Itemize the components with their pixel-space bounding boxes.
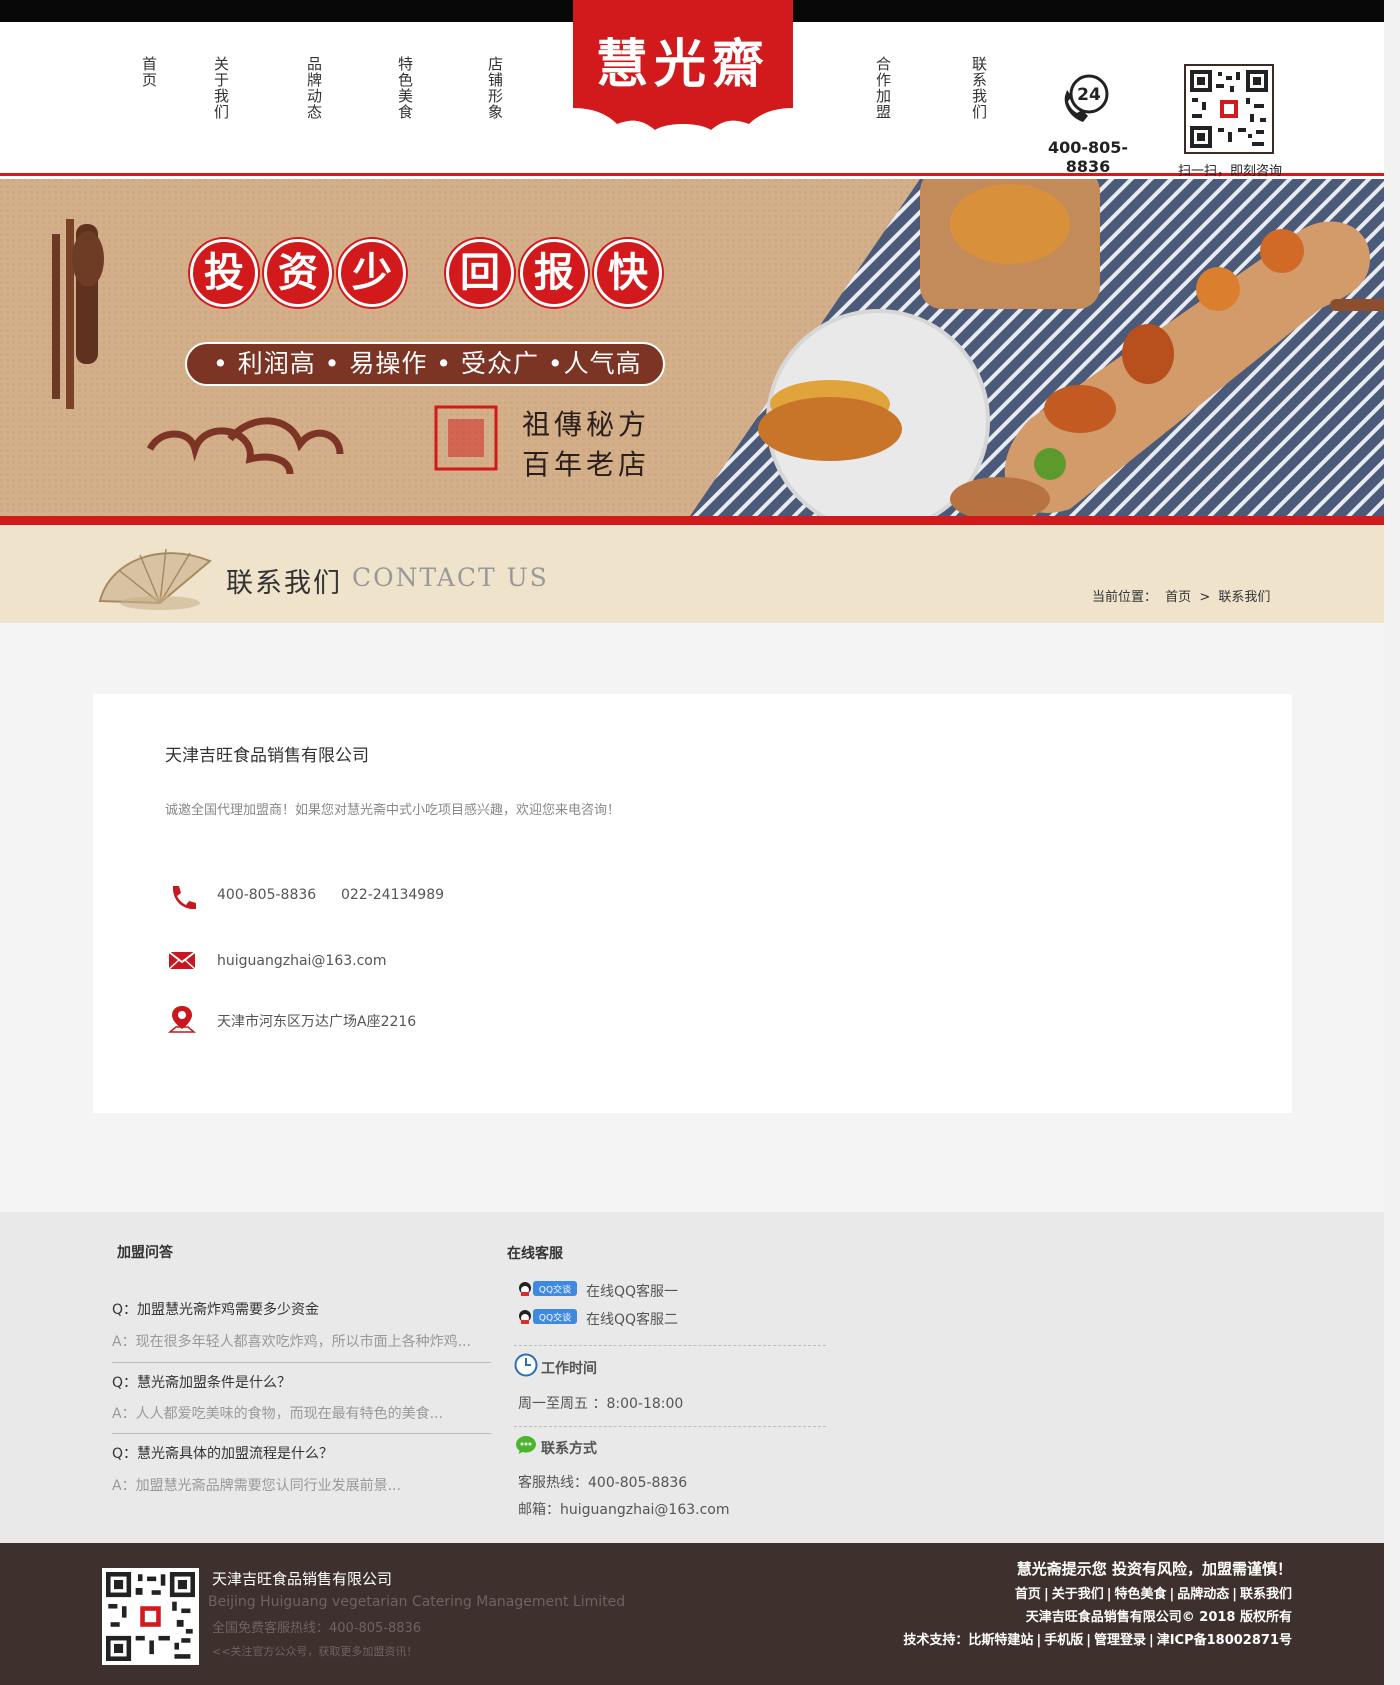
footer-link-icp[interactable]: 津ICP备18002871号 (1157, 1633, 1292, 1648)
faq-question-1[interactable]: Q：加盟慧光斋炸鸡需要多少资金 (112, 1299, 319, 1319)
qr-code-graphic (1190, 70, 1268, 148)
qr-code-graphic (106, 1572, 195, 1661)
footer-company-english: Beijing Huiguang vegetarian Catering Man… (208, 1594, 626, 1610)
nav-contact[interactable]: 联系我们 (969, 56, 990, 120)
header-qr-code (1184, 64, 1274, 154)
breadcrumb-separator: > (1199, 590, 1211, 605)
footer-investment-warning: 慧光斋提示您 投资有风险，加盟需谨慎！ (1016, 1560, 1292, 1578)
faq-answer-2: A：人人都爱吃美味的食物，而现在最有特色的美食... (112, 1406, 443, 1422)
qq-badge-label: QQ交谈 (539, 1284, 571, 1296)
contact-address: 天津市河东区万达广场A座2216 (217, 1014, 417, 1030)
location-pin-icon (168, 1006, 196, 1033)
header-phone-number: 400-805-8836 (1047, 138, 1129, 176)
contact-phone-2: 022-24134989 (341, 887, 445, 903)
banner-slogan-line2: 百年老店 (522, 448, 651, 481)
footer-free-hotline: 全国免费客服热线：400-805-8836 (212, 1621, 422, 1636)
qq-chat-badge-icon: QQ交谈 (519, 1309, 577, 1324)
contact-company-name: 天津吉旺食品销售有限公司 (165, 746, 369, 766)
footer-follow-note: <<关注官方公众号，获取更多加盟资讯！ (212, 1645, 418, 1658)
nav-franchise[interactable]: 合作加盟 (873, 56, 894, 120)
work-hours: 周一至周五 ：8:00-18:00 (518, 1396, 684, 1412)
badge-kuai: 快 (594, 239, 662, 307)
contact-intro: 诚邀全国代理加盟商！如果您对慧光斋中式小吃项目感兴趣，欢迎您来电咨询！ (165, 803, 621, 818)
footer-hotline: 客服热线：400-805-8836 (518, 1475, 688, 1491)
faq-divider (112, 1362, 491, 1363)
nav-store-image[interactable]: 店铺形象 (485, 56, 506, 120)
work-time-heading: 工作时间 (541, 1361, 597, 1377)
contact-email[interactable]: huiguangzhai@163.com (217, 953, 387, 969)
qq-badge-label: QQ交谈 (539, 1312, 571, 1324)
footer-tech-label: 技术支持： (903, 1633, 969, 1648)
logo-text: 慧光齋 (595, 34, 770, 95)
folding-fan-icon (98, 548, 212, 610)
hero-banner: 投 资 少 回 报 快 • 利润高 • 易操作 • 受众广 •人气高 祖傳秘方 … (0, 179, 1384, 516)
badge-shao: 少 (338, 239, 406, 307)
badge-bao: 报 (520, 239, 588, 307)
page-title-english: CONTACT US (352, 563, 549, 592)
badge-hui: 回 (446, 239, 514, 307)
phone-icon-label: 24 (1077, 85, 1101, 105)
faq-answer-3: A：加盟慧光斋品牌需要您认同行业发展前景... (112, 1478, 401, 1494)
footer-nav-links: 首页 | 关于我们 | 特色美食 | 品牌动态 | 联系我们 (1014, 1587, 1292, 1602)
page-title: 联系我们 (226, 568, 342, 599)
footer-link-site-builder[interactable]: 比斯特建站 (968, 1633, 1033, 1648)
badge-zi: 资 (264, 239, 332, 307)
footer-email: 邮箱：huiguangzhai@163.com (518, 1502, 730, 1518)
faq-answer-1: A：现在很多年轻人都喜欢吃炸鸡，所以市面上各种炸鸡... (112, 1334, 471, 1350)
breadcrumb-home-link[interactable]: 首页 (1165, 590, 1191, 605)
site-logo[interactable]: 慧光齋 (573, 0, 793, 140)
footer-link-news[interactable]: 品牌动态 (1177, 1587, 1229, 1602)
footer-copyright: 天津吉旺食品销售有限公司© 2018 版权所有 (1025, 1610, 1292, 1625)
breadcrumb: 当前位置： 首页 > 联系我们 (1092, 586, 1274, 605)
footer-company-name: 天津吉旺食品销售有限公司 (212, 1570, 393, 1588)
online-service-heading: 在线客服 (507, 1246, 563, 1262)
contact-card: 天津吉旺食品销售有限公司 诚邀全国代理加盟商！如果您对慧光斋中式小吃项目感兴趣，… (93, 694, 1292, 1113)
qq-chat-badge-icon: QQ交谈 (519, 1281, 577, 1296)
banner-bottom-border (0, 516, 1384, 525)
chat-bubble-icon (516, 1436, 536, 1454)
service-divider (514, 1426, 826, 1427)
header-qr-caption: 扫一扫，即刻咨询 (1177, 164, 1282, 179)
nav-brand-news[interactable]: 品牌动态 (304, 56, 325, 120)
faq-question-2[interactable]: Q：慧光斋加盟条件是什么？ (112, 1372, 291, 1392)
footer-link-admin-login[interactable]: 管理登录 (1094, 1633, 1146, 1648)
qq-service-2-label[interactable]: 在线QQ客服二 (586, 1309, 678, 1329)
phone-24h-icon: 24 (1064, 74, 1109, 122)
banner-features-pill: • 利润高 • 易操作 • 受众广 •人气高 (185, 342, 665, 386)
footer-link-mobile[interactable]: 手机版 (1044, 1633, 1083, 1648)
clock-icon (514, 1353, 538, 1377)
nav-specialty-food[interactable]: 特色美食 (395, 56, 416, 120)
page-right-gutter (1384, 0, 1400, 1685)
nav-home[interactable]: 首页 (139, 56, 160, 88)
footer-link-contact[interactable]: 联系我们 (1240, 1587, 1292, 1602)
main-content-area: 天津吉旺食品销售有限公司 诚邀全国代理加盟商！如果您对慧光斋中式小吃项目感兴趣，… (0, 623, 1384, 1212)
contact-method-heading: 联系方式 (541, 1441, 597, 1457)
banner-slogan-line1: 祖傳秘方 (522, 408, 651, 441)
faq-question-3[interactable]: Q：慧光斋具体的加盟流程是什么？ (112, 1443, 333, 1463)
faq-heading: 加盟问答 (117, 1245, 173, 1261)
qq-service-1-label[interactable]: 在线QQ客服一 (586, 1281, 678, 1301)
footer-qr-code (102, 1568, 199, 1665)
faq-divider (112, 1433, 491, 1434)
phone-icon (172, 886, 196, 910)
badge-tou: 投 (190, 239, 258, 307)
nav-about[interactable]: 关于我们 (211, 56, 232, 120)
contact-phone-1: 400-805-8836 (217, 887, 317, 903)
service-divider (514, 1345, 826, 1346)
page-title-bar: 联系我们 CONTACT US 当前位置： 首页 > 联系我们 (0, 525, 1384, 623)
footer-tech-links: 技术支持：比斯特建站 | 手机版 | 管理登录 | 津ICP备18002871号 (903, 1633, 1292, 1648)
breadcrumb-label: 当前位置： (1092, 590, 1158, 605)
mail-icon (168, 951, 196, 970)
footer-info-section: 加盟问答 Q：加盟慧光斋炸鸡需要多少资金 A：现在很多年轻人都喜欢吃炸鸡，所以市… (0, 1212, 1384, 1543)
footer-link-food[interactable]: 特色美食 (1114, 1587, 1166, 1602)
site-footer: 天津吉旺食品销售有限公司 Beijing Huiguang vegetarian… (0, 1543, 1384, 1685)
footer-link-about[interactable]: 关于我们 (1052, 1587, 1104, 1602)
breadcrumb-current: 联系我们 (1218, 590, 1271, 605)
footer-link-home[interactable]: 首页 (1015, 1587, 1041, 1602)
